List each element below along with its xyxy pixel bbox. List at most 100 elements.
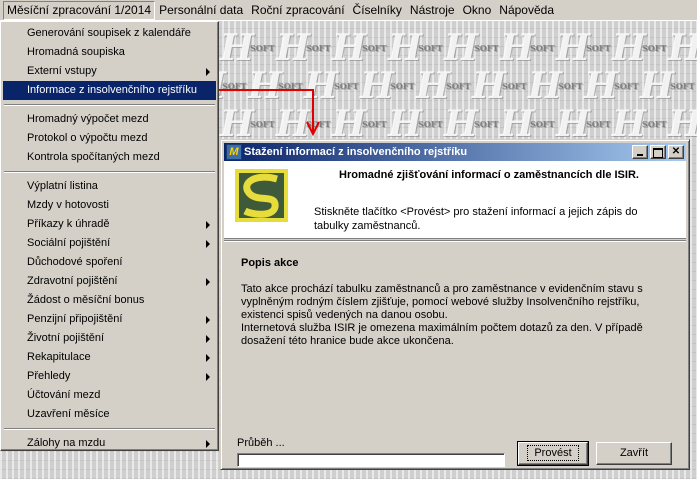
main-menu-bar: Měsíční zpracování 1/2014 Personální dat…	[0, 0, 697, 21]
menu-okno[interactable]: Okno	[459, 1, 496, 20]
execute-button[interactable]: Provést	[517, 441, 589, 466]
execute-button-label: Provést	[527, 445, 579, 461]
close-dialog-button[interactable]: Zavřít	[596, 442, 672, 465]
isir-logo-icon	[235, 169, 288, 222]
dropdown-item[interactable]: Zdravotní pojištění	[3, 272, 216, 291]
isir-dialog: M Stažení informací z insolvenčního rejs…	[220, 139, 690, 470]
background-logo-icon: HSOFT	[668, 27, 697, 69]
menu-rocni-zpracovani[interactable]: Roční zpracování	[247, 1, 348, 20]
dropdown-item[interactable]: Zálohy na mzdu	[3, 434, 216, 453]
header-divider	[224, 240, 686, 242]
background-logo-icon: HSOFT	[584, 65, 639, 107]
dropdown-item-label: Externí vstupy	[27, 65, 97, 77]
dropdown-item-label: Životní pojištění	[27, 332, 105, 344]
maximize-button[interactable]	[650, 145, 666, 159]
background-logo-icon: HSOFT	[444, 27, 499, 69]
background-logo-icon: HSOFT	[276, 27, 331, 69]
popis-akce-heading: Popis akce	[241, 257, 299, 269]
dropdown-item-label: Výplatní listina	[27, 180, 98, 192]
dropdown-item-label: Penzijní připojištění	[27, 313, 123, 325]
submenu-arrow-icon	[206, 68, 210, 76]
dialog-header-panel: Hromadné zjišťování informací o zaměstna…	[224, 161, 686, 239]
dropdown-item[interactable]: Přehledy	[3, 367, 216, 386]
submenu-arrow-icon	[206, 278, 210, 286]
dropdown-item-label: Protokol o výpočtu mezd	[27, 132, 148, 144]
dropdown-item-label: Příkazy k úhradě	[27, 218, 110, 230]
menu-ciselniky[interactable]: Číselníky	[349, 1, 406, 20]
background-logo-icon: HSOFT	[444, 103, 499, 145]
dropdown-item[interactable]: Generování soupisek z kalendáře	[3, 24, 216, 43]
background-logo-icon: HSOFT	[332, 27, 387, 69]
dropdown-item-label: Hromadná soupiska	[27, 46, 125, 58]
dropdown-item-label: Kontrola spočítaných mezd	[27, 151, 160, 163]
dialog-titlebar[interactable]: M Stažení informací z insolvenčního rejs…	[224, 143, 686, 161]
menu-separator	[4, 171, 215, 173]
popis-paragraph-2: Internetová služba ISIR je omezena maxim…	[241, 322, 643, 347]
popis-akce-text: Tato akce prochází tabulku zaměstnanců a…	[241, 283, 671, 348]
background-logo-icon: HSOFT	[500, 27, 555, 69]
dropdown-item-label: Generování soupisek z kalendáře	[27, 27, 191, 39]
background-logo-icon: HSOFT	[668, 103, 697, 145]
close-button[interactable]: ✕	[668, 145, 684, 159]
background-logo-icon: HSOFT	[416, 65, 471, 107]
menu-separator	[4, 428, 215, 430]
background-logo-icon: HSOFT	[528, 65, 583, 107]
dropdown-item[interactable]: Externí vstupy	[3, 62, 216, 81]
submenu-arrow-icon	[206, 335, 210, 343]
menu-napoveda[interactable]: Nápověda	[495, 1, 558, 20]
dropdown-item[interactable]: Rekapitulace	[3, 348, 216, 367]
dropdown-item[interactable]: Informace z insolvenčního rejstříku	[3, 81, 216, 100]
annotation-arrow-head	[306, 121, 320, 136]
dropdown-item[interactable]: Mzdy v hotovosti	[3, 196, 216, 215]
dropdown-item[interactable]: Účtování mezd	[3, 386, 216, 405]
progress-bar	[237, 453, 505, 467]
background-logo-icon: HSOFT	[556, 27, 611, 69]
app-icon[interactable]: M	[226, 144, 242, 160]
submenu-arrow-icon	[206, 316, 210, 324]
dropdown-item[interactable]: Žádost o měsíční bonus	[3, 291, 216, 310]
menu-personalni-data[interactable]: Personální data	[155, 1, 247, 20]
dropdown-item-label: Rekapitulace	[27, 351, 91, 363]
dropdown-item[interactable]: Penzijní připojištění	[3, 310, 216, 329]
dropdown-item-label: Informace z insolvenčního rejstříku	[27, 84, 197, 96]
background-logo-icon: HSOFT	[220, 103, 275, 145]
annotation-arrow-horizontal	[219, 89, 314, 91]
menu-mesicni-zpracovani[interactable]: Měsíční zpracování 1/2014	[3, 0, 156, 20]
background-logo-icon: HSOFT	[612, 27, 667, 69]
submenu-arrow-icon	[206, 373, 210, 381]
dropdown-item[interactable]: Hromadný výpočet mezd	[3, 110, 216, 129]
minimize-button[interactable]	[632, 145, 648, 159]
dropdown-item-label: Hromadný výpočet mezd	[27, 113, 149, 125]
dropdown-item[interactable]: Životní pojištění	[3, 329, 216, 348]
dropdown-item[interactable]: Kontrola spočítaných mezd	[3, 148, 216, 167]
dialog-header-description: Stiskněte tlačítko <Provést> pro stažení…	[314, 206, 638, 232]
background-logo-icon: HSOFT	[640, 65, 695, 107]
dropdown-item-label: Důchodové spoření	[27, 256, 123, 268]
submenu-arrow-icon	[206, 221, 210, 229]
dropdown-item-label: Žádost o měsíční bonus	[27, 294, 145, 306]
background-logo-icon: HSOFT	[472, 65, 527, 107]
mesicni-zpracovani-dropdown: Generování soupisek z kalendáře Hromadná …	[0, 21, 219, 451]
dropdown-item[interactable]: Uzavření měsíce	[3, 405, 216, 424]
submenu-arrow-icon	[206, 354, 210, 362]
background-logo-icon: HSOFT	[388, 27, 443, 69]
dropdown-item[interactable]: Protokol o výpočtu mezd	[3, 129, 216, 148]
dropdown-item[interactable]: Výplatní listina	[3, 177, 216, 196]
dialog-title: Stažení informací z insolvenčního rejstř…	[244, 146, 468, 158]
background-logo-icon: HSOFT	[388, 103, 443, 145]
background-logo-icon: HSOFT	[500, 103, 555, 145]
progress-label: Průběh ...	[237, 437, 285, 449]
dropdown-item-label: Mzdy v hotovosti	[27, 199, 109, 211]
background-logo-icon: HSOFT	[612, 103, 667, 145]
submenu-arrow-icon	[206, 440, 210, 448]
menu-separator	[4, 104, 215, 106]
dropdown-item[interactable]: Příkazy k úhradě	[3, 215, 216, 234]
dropdown-item[interactable]: Sociální pojištění	[3, 234, 216, 253]
dialog-header-title: Hromadné zjišťování informací o zaměstna…	[339, 169, 639, 181]
dropdown-item-label: Účtování mezd	[27, 389, 101, 401]
dropdown-item[interactable]: Důchodové spoření	[3, 253, 216, 272]
dropdown-item[interactable]: Hromadná soupiska	[3, 43, 216, 62]
background-logo-icon: HSOFT	[220, 27, 275, 69]
menu-nastroje[interactable]: Nástroje	[406, 1, 459, 20]
background-logo-icon: HSOFT	[556, 103, 611, 145]
